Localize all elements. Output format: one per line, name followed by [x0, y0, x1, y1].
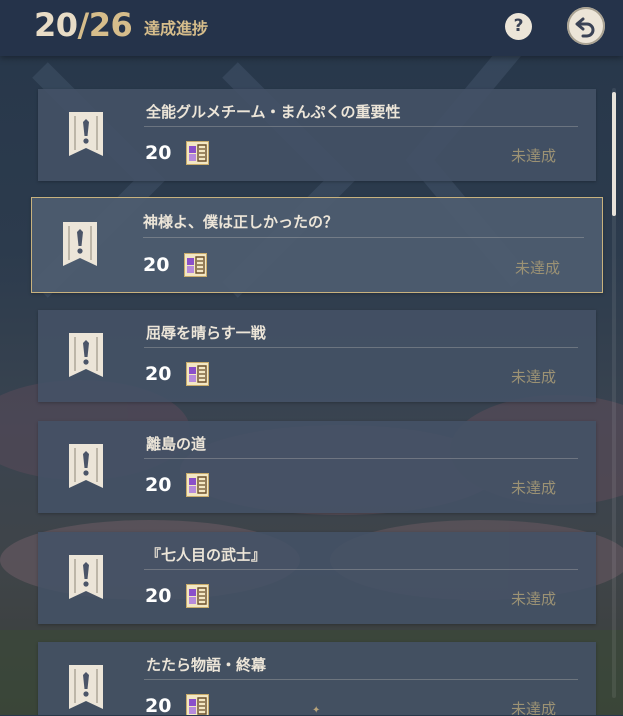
achievement-title: 離島の道	[146, 435, 207, 453]
status-label: 未達成	[510, 479, 556, 497]
achievement-banner-icon	[69, 555, 103, 599]
primogem-icon	[186, 584, 209, 608]
achievement-title: たたら物語・終幕	[146, 656, 267, 674]
primogem-icon	[186, 362, 209, 386]
achievement-banner-icon	[69, 112, 103, 156]
status-label: 未達成	[510, 700, 556, 715]
status-label: 未達成	[510, 368, 556, 386]
achievement-card[interactable]: 全能グルメチーム・まんぷくの重要性 20 未達成	[38, 89, 596, 181]
achievement-title: 『七人目の武士』	[146, 546, 267, 564]
achievement-banner-icon	[69, 444, 103, 488]
primogem-icon	[184, 253, 207, 277]
reward-amount: 20	[145, 363, 172, 385]
achievement-card[interactable]: 『七人目の武士』 20 未達成	[38, 532, 596, 624]
return-arrow-icon	[575, 17, 595, 38]
scrollbar-thumb[interactable]	[612, 92, 616, 216]
question-icon: ?	[513, 16, 524, 36]
achievement-title: 屈辱を晴らす一戦	[146, 324, 266, 342]
primogem-icon	[186, 694, 209, 715]
reward-amount: 20	[143, 254, 170, 276]
status-label: 未達成	[510, 147, 556, 165]
reward-amount: 20	[145, 695, 172, 715]
achievement-card-selected[interactable]: 神様よ、僕は正しかったの？ 20 未達成	[31, 197, 603, 293]
achievement-card[interactable]: 屈辱を晴らす一戦 20 未達成	[38, 310, 596, 402]
divider	[144, 679, 578, 680]
progress-total: 26	[88, 6, 133, 44]
divider	[144, 569, 578, 570]
progress-counter: 20/26	[34, 6, 133, 44]
achievement-title: 全能グルメチーム・まんぷくの重要性	[146, 103, 401, 121]
achievement-list[interactable]: 全能グルメチーム・まんぷくの重要性 20 未達成 神様よ、僕は正しかったの？ 2…	[0, 56, 623, 715]
header-bar: 20/26 達成進捗 ?	[0, 0, 623, 56]
achievement-banner-icon	[69, 333, 103, 377]
divider	[144, 347, 578, 348]
achievement-banner-icon	[63, 222, 97, 266]
back-button[interactable]	[567, 7, 605, 45]
divider	[144, 126, 578, 127]
reward-amount: 20	[145, 474, 172, 496]
divider	[144, 458, 578, 459]
status-label: 未達成	[514, 259, 560, 277]
progress-current: 20	[34, 6, 78, 44]
reward-amount: 20	[145, 142, 172, 164]
page-title: 達成進捗	[144, 19, 209, 38]
achievement-title: 神様よ、僕は正しかったの？	[143, 213, 339, 231]
divider	[143, 237, 584, 238]
achievement-card[interactable]: 離島の道 20 未達成	[38, 421, 596, 513]
status-label: 未達成	[510, 590, 556, 608]
progress-separator: /	[77, 6, 90, 44]
primogem-icon	[186, 473, 209, 497]
primogem-icon	[186, 141, 209, 165]
reward-amount: 20	[145, 585, 172, 607]
scroll-indicator-icon: ✦	[312, 705, 321, 716]
achievement-banner-icon	[69, 665, 103, 709]
help-button[interactable]: ?	[505, 13, 532, 40]
